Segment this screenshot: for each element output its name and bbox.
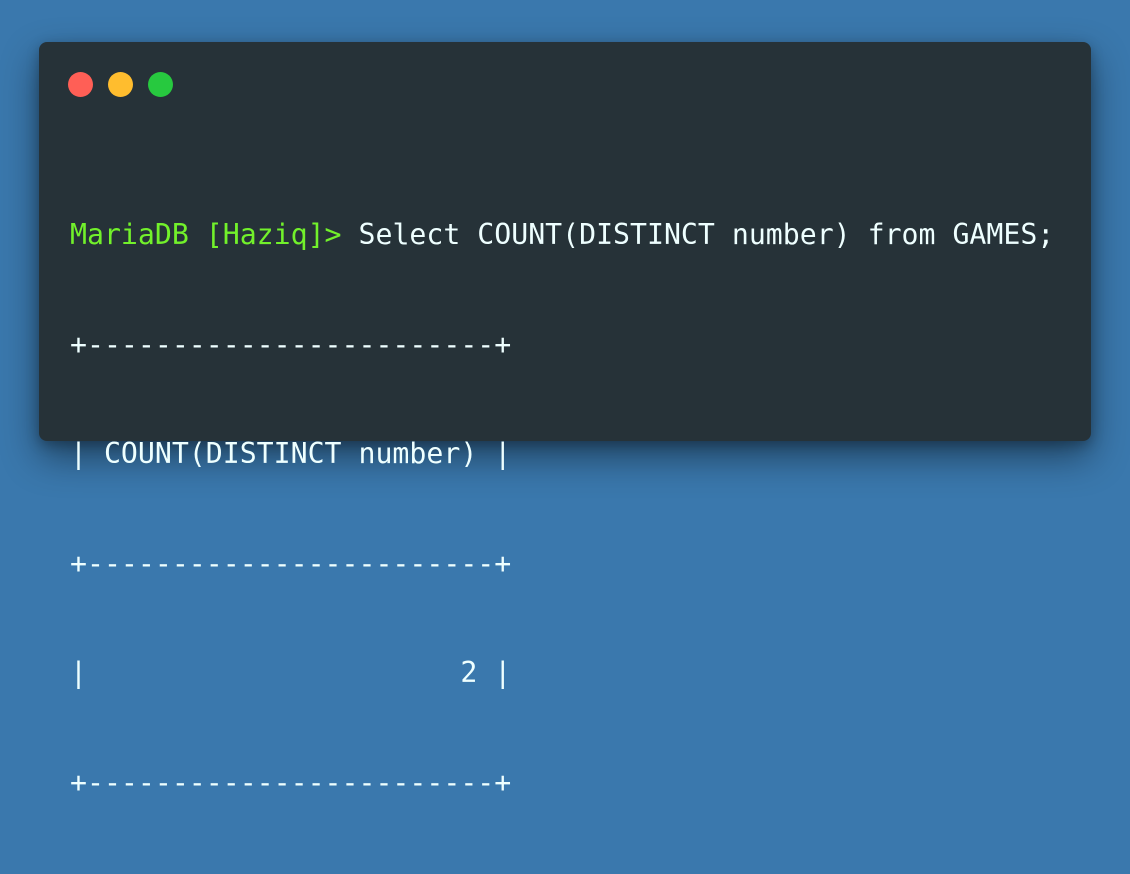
minimize-window-button[interactable] (108, 72, 133, 97)
table-border-top: +------------------------+ (70, 327, 512, 361)
window-controls (68, 72, 173, 97)
table-header-row: | COUNT(DISTINCT number) | (70, 437, 512, 470)
table-border-bottom: +------------------------+ (70, 765, 512, 799)
terminal-window: MariaDB [Haziq]> Select COUNT(DISTINCT n… (39, 42, 1091, 799)
table-row: | 2 | (70, 656, 512, 689)
terminal-output[interactable]: MariaDB [Haziq]> Select COUNT(DISTINCT n… (70, 144, 1054, 874)
close-window-button[interactable] (68, 72, 93, 97)
command-line: MariaDB [Haziq]> Select COUNT(DISTINCT n… (70, 217, 1054, 254)
prompt: MariaDB [Haziq]> (70, 218, 359, 251)
maximize-window-button[interactable] (148, 72, 173, 97)
command-text: Select COUNT(DISTINCT number) from GAMES… (358, 218, 1055, 251)
table-header-separator: +------------------------+ (70, 546, 512, 580)
